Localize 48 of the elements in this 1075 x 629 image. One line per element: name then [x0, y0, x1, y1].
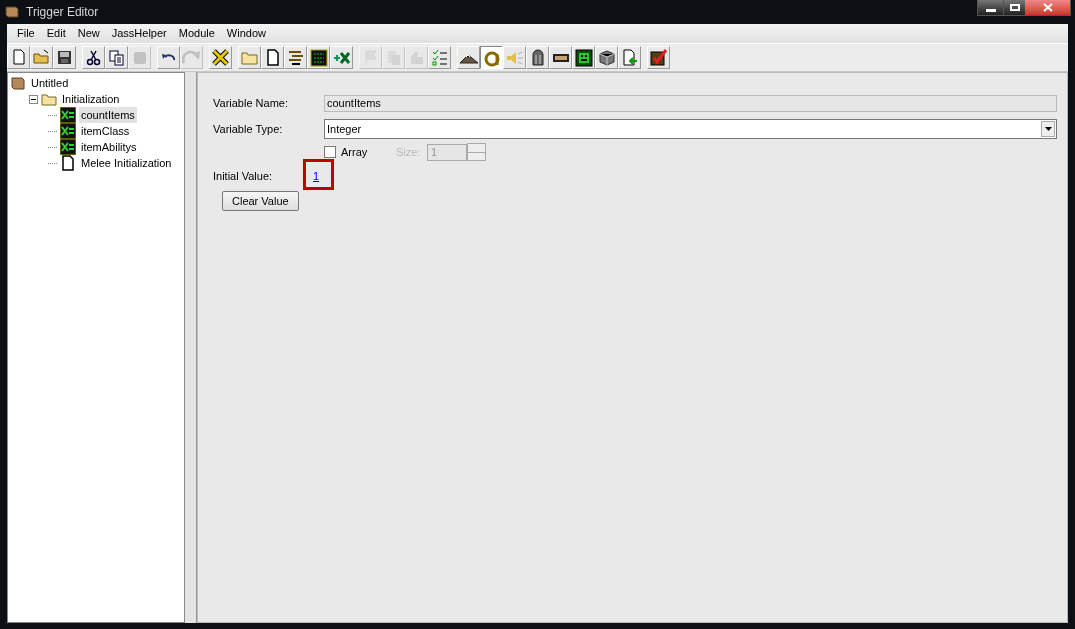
- tree-item[interactable]: itemAbilitys: [79, 138, 139, 156]
- menu-item[interactable]: JassHelper: [105, 25, 173, 42]
- clear-value-button[interactable]: Clear Value: [222, 191, 299, 211]
- variable-type-dropdown[interactable]: Integer: [324, 119, 1057, 139]
- close-button[interactable]: [1025, 0, 1070, 15]
- copy-icon: [107, 48, 126, 67]
- scroll-icon: [4, 4, 20, 20]
- scissors-icon: [84, 48, 103, 67]
- window-title: Trigger Editor: [26, 4, 99, 21]
- checklist-icon: [430, 48, 449, 67]
- expander[interactable]: [29, 94, 38, 104]
- binary-icon: [309, 48, 328, 67]
- menu-item[interactable]: File: [11, 25, 41, 42]
- variable-icon: [60, 123, 76, 139]
- tree-item[interactable]: countItems: [79, 106, 137, 124]
- folder-icon: [41, 91, 57, 107]
- field-label: Variable Type:: [213, 121, 284, 137]
- document-icon: [60, 155, 76, 171]
- minimize-button[interactable]: [978, 0, 1003, 15]
- scroll-icon: [10, 75, 26, 91]
- mask-icon: [574, 48, 593, 67]
- array-checkbox[interactable]: [324, 146, 336, 158]
- field-label: Initial Value:: [213, 168, 274, 184]
- menu-item[interactable]: Window: [220, 25, 272, 42]
- lines-icon: [286, 48, 305, 67]
- document-arrow-icon: [620, 48, 639, 67]
- menu-item[interactable]: New: [71, 25, 106, 42]
- variable-icon: [60, 107, 76, 123]
- box-icon: [597, 48, 616, 67]
- initial-value-link[interactable]: 1: [313, 167, 320, 185]
- checked-box-icon: [649, 48, 668, 67]
- caret-icon: [1044, 127, 1052, 131]
- variable-icon: [60, 139, 76, 155]
- tree-item[interactable]: Melee Initialization: [79, 154, 174, 172]
- checkbox-label: Array: [341, 144, 369, 160]
- maximize-button[interactable]: [1003, 0, 1025, 15]
- highlight-frame: [303, 159, 334, 190]
- menu-item[interactable]: Module: [172, 25, 221, 42]
- variable-name-field[interactable]: countItems: [324, 94, 1057, 112]
- field-label: Variable Name:: [213, 95, 289, 111]
- x-icon: [211, 48, 230, 67]
- menu-item[interactable]: Edit: [40, 25, 72, 42]
- tree-item[interactable]: Untitled: [29, 74, 71, 92]
- tree-item[interactable]: Initialization: [60, 90, 122, 108]
- open-folder-icon: [32, 48, 51, 67]
- close-icon: [1042, 3, 1053, 12]
- dropdown-button[interactable]: [1041, 121, 1055, 137]
- tree-item[interactable]: itemClass: [79, 122, 132, 140]
